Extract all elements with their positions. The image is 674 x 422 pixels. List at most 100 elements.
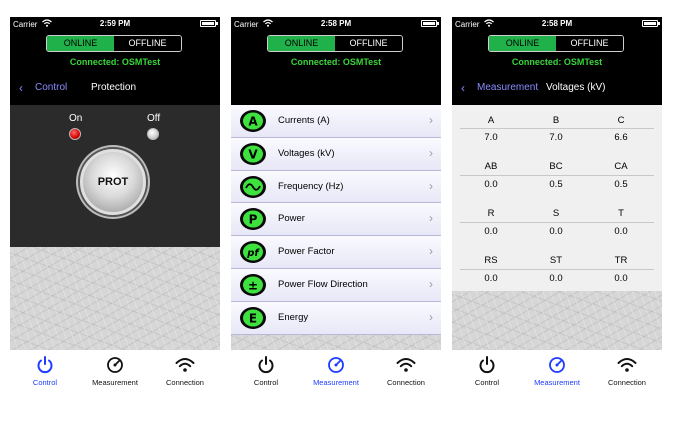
- power-icon: [37, 356, 53, 374]
- reading-label: RS: [484, 255, 498, 266]
- back-chevron-icon[interactable]: ‹: [19, 81, 23, 95]
- tab-label: Measurement: [92, 378, 138, 387]
- tab-label: Control: [32, 378, 58, 387]
- tab-bar: Control Measurement Connection: [452, 350, 662, 390]
- svg-text:E: E: [249, 311, 257, 325]
- offline-segment[interactable]: OFFLINE: [114, 36, 181, 51]
- tab-label: Control: [474, 378, 500, 387]
- chevron-right-icon: ›: [429, 211, 433, 226]
- menu-item-power-factor[interactable]: pf Power Factor ›: [231, 236, 441, 269]
- plus-minus-icon: ±: [240, 273, 266, 296]
- currents-icon: A: [240, 110, 266, 132]
- reading-label: AB: [484, 161, 498, 172]
- divider: [460, 175, 654, 176]
- menu-item-label: Power Factor: [278, 246, 335, 258]
- svg-text:A: A: [248, 115, 258, 129]
- frequency-wave-icon: [240, 175, 266, 198]
- tab-control[interactable]: Control: [231, 350, 301, 390]
- power-icon: [479, 356, 495, 374]
- tab-bar: Control Measurement Connection: [231, 350, 441, 390]
- on-label: On: [69, 113, 83, 124]
- menu-item-power[interactable]: P Power ›: [231, 203, 441, 237]
- online-segment[interactable]: ONLINE: [47, 36, 114, 51]
- reading-value: 0.0: [549, 226, 563, 237]
- reading-label: A: [487, 115, 495, 126]
- power-icon: [258, 356, 274, 374]
- voltages-icon: V: [240, 142, 266, 165]
- navigation-bar: ‹ Measurement Voltages (kV): [452, 81, 662, 97]
- power-factor-icon: pf: [240, 241, 266, 264]
- svg-text:V: V: [248, 147, 258, 161]
- chevron-right-icon: ›: [429, 113, 433, 127]
- power-p-icon: P: [240, 208, 266, 231]
- reading-value: 7.0: [549, 132, 563, 143]
- divider: [460, 222, 654, 223]
- back-chevron-icon[interactable]: ‹: [461, 81, 465, 95]
- reading-value: 6.6: [614, 132, 628, 143]
- tab-measurement[interactable]: Measurement: [301, 350, 371, 390]
- measurement-menu: A Currents (A) › V Voltages (kV) › Frequ…: [231, 105, 441, 335]
- tab-connection[interactable]: Connection: [592, 350, 662, 390]
- status-bar: Carrier 2:58 PM: [452, 17, 662, 31]
- gauge-icon: [549, 357, 565, 373]
- chevron-right-icon: ›: [429, 145, 433, 160]
- connection-status: Connected: OSMTest: [290, 57, 382, 67]
- chevron-right-icon: ›: [429, 178, 433, 193]
- menu-item-label: Currents (A): [278, 115, 330, 126]
- energy-e-icon: E: [240, 306, 266, 329]
- connection-mode-toggle[interactable]: ONLINE OFFLINE: [488, 35, 624, 52]
- chevron-right-icon: ›: [429, 309, 433, 324]
- reading-label: B: [552, 115, 560, 126]
- connection-mode-toggle[interactable]: ONLINE OFFLINE: [267, 35, 403, 52]
- offline-segment[interactable]: OFFLINE: [556, 36, 623, 51]
- reading-value: 0.0: [614, 226, 628, 237]
- gauge-icon: [328, 357, 344, 373]
- tab-measurement[interactable]: Measurement: [80, 350, 150, 390]
- tab-label: Measurement: [313, 378, 359, 387]
- online-segment[interactable]: ONLINE: [268, 36, 335, 51]
- connection-status: Connected: OSMTest: [511, 57, 603, 67]
- offline-segment[interactable]: OFFLINE: [335, 36, 402, 51]
- online-segment[interactable]: ONLINE: [489, 36, 556, 51]
- tab-connection[interactable]: Connection: [150, 350, 220, 390]
- control-screen: Carrier 2:59 PM ONLINE OFFLINE Connected…: [10, 17, 220, 390]
- reading-value: 0.0: [549, 273, 563, 284]
- connection-mode-toggle[interactable]: ONLINE OFFLINE: [46, 35, 182, 52]
- back-button[interactable]: Measurement: [477, 82, 538, 93]
- menu-item-label: Frequency (Hz): [278, 180, 344, 192]
- tab-label: Connection: [166, 378, 204, 387]
- background-texture: [231, 335, 441, 350]
- reading-label: TR: [614, 255, 628, 266]
- background-texture: [10, 247, 220, 350]
- off-label: Off: [147, 113, 161, 124]
- tab-measurement[interactable]: Measurement: [522, 350, 592, 390]
- svg-text:P: P: [249, 213, 258, 227]
- reading-label: CA: [614, 161, 628, 172]
- chevron-right-icon: ›: [429, 244, 433, 259]
- reading-value: 0.5: [614, 179, 628, 190]
- menu-item-currents[interactable]: A Currents (A) ›: [231, 105, 441, 138]
- wifi-icon: [396, 358, 416, 372]
- back-button[interactable]: Control: [35, 82, 67, 93]
- connection-status: Connected: OSMTest: [69, 57, 161, 67]
- tab-label: Connection: [387, 378, 425, 387]
- tab-connection[interactable]: Connection: [371, 350, 441, 390]
- header: Carrier 2:59 PM ONLINE OFFLINE Connected…: [10, 17, 220, 105]
- reading-label: ST: [549, 255, 563, 266]
- header: Carrier 2:58 PM ONLINE OFFLINE Connected…: [231, 17, 441, 105]
- protection-panel: On Off PROT: [10, 105, 220, 247]
- status-bar: Carrier 2:59 PM: [10, 17, 220, 31]
- prot-button[interactable]: PROT: [80, 149, 146, 215]
- tab-control[interactable]: Control: [10, 350, 80, 390]
- navigation-bar: ‹ Control Protection: [10, 81, 220, 97]
- tab-control[interactable]: Control: [452, 350, 522, 390]
- reading-value: 0.0: [484, 273, 498, 284]
- menu-item-energy[interactable]: E Energy ›: [231, 301, 441, 335]
- battery-icon: [642, 20, 660, 27]
- menu-item-frequency[interactable]: Frequency (Hz) ›: [231, 170, 441, 204]
- menu-item-voltages[interactable]: V Voltages (kV) ›: [231, 137, 441, 171]
- reading-value: 0.5: [549, 179, 563, 190]
- tab-label: Control: [253, 378, 279, 387]
- menu-item-power-flow-direction[interactable]: ± Power Flow Direction ›: [231, 268, 441, 302]
- divider: [460, 269, 654, 270]
